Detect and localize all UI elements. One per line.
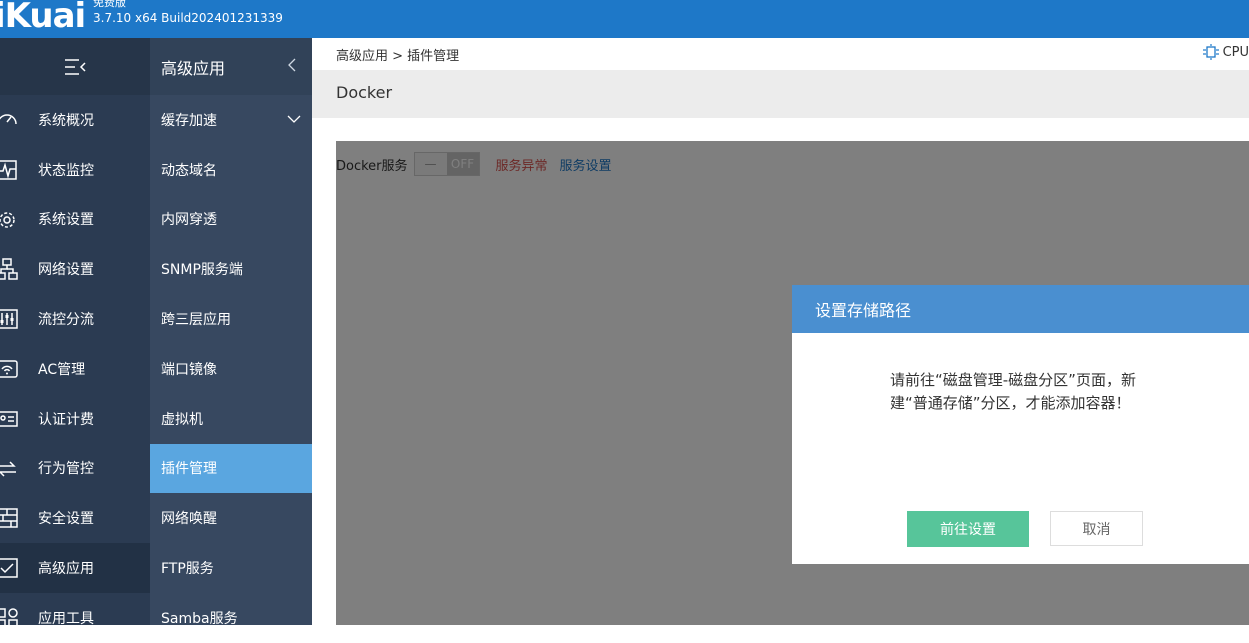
sidebar-item-label: 网络唤醒 [161,511,217,528]
page-title-bar: Docker [312,70,1249,118]
page-title: Docker [336,83,393,102]
sidebar-item-label: 缓存加速 [161,112,217,129]
menu-collapse-icon [65,58,86,75]
sidebar-item-label: 动态域名 [161,162,217,179]
sidebar-item-plugin-management[interactable]: 插件管理 [150,443,312,494]
sliders-icon [0,309,18,329]
chevron-left-icon[interactable] [284,55,300,75]
sidebar-item-label: AC管理 [38,361,86,378]
dialog-message: 请前往“磁盘管理-磁盘分区”页面，新建“普通存储”分区，才能添加容器！ [890,371,1136,412]
sidebar-item-label: 网络设置 [38,262,94,279]
sidebar-item-status-monitor[interactable]: 状态监控 [0,145,150,195]
checklist-icon [0,558,18,578]
cpu-chip-icon [1202,44,1219,60]
sidebar-item-ftp-service[interactable]: FTP服务 [150,543,312,593]
edition-label: 免费版 [93,0,126,9]
sidebar-item-label: 行为管控 [38,461,94,478]
sidebar-item-cache-acceleration[interactable]: 缓存加速 [150,95,312,145]
secondary-sidebar: 高级应用 缓存加速 动态域名 内网穿透 SNMP服务端 跨三层应用 端口镜像 虚… [150,38,312,627]
sidebar-item-label: 系统概况 [38,112,94,129]
sidebar-item-wake-on-lan[interactable]: 网络唤醒 [150,493,312,543]
gear-icon [0,211,15,228]
sidebar-item-layer3-apps[interactable]: 跨三层应用 [150,294,312,344]
sidebar-item-label: FTP服务 [161,561,214,578]
sidebar-item-label: 认证计费 [38,411,94,428]
tools-icon [0,608,18,629]
go-to-settings-button[interactable]: 前往设置 [907,511,1029,547]
sidebar-item-label: 虚拟机 [161,411,203,428]
pulse-monitor-icon [0,160,17,180]
id-card-icon [0,411,18,427]
sidebar-item-app-tools[interactable]: 应用工具 [0,593,150,643]
sidebar-item-ac-management[interactable]: AC管理 [0,344,150,394]
sidebar-item-label: 流控分流 [38,312,94,329]
chevron-down-icon [287,115,301,123]
sidebar-item-auth-billing[interactable]: 认证计费 [0,394,150,444]
sidebar-item-behavior-control[interactable]: 行为管控 [0,444,150,494]
ikuai-logo: iKuai [0,0,86,36]
gauge-icon [0,114,17,125]
firewall-icon [0,508,18,529]
sidebar-item-flow-control[interactable]: 流控分流 [0,294,150,344]
sidebar-item-label: 插件管理 [161,461,217,478]
breadcrumb-bar: 高级应用 > 插件管理 CPU [312,38,1249,70]
arrows-exchange-icon [0,461,16,477]
sidebar-item-ddns[interactable]: 动态域名 [150,145,312,195]
network-topology-icon [0,258,18,281]
cpu-indicator[interactable]: CPU [1202,43,1249,61]
sidebar-item-virtual-machine[interactable]: 虚拟机 [150,394,312,444]
sidebar-item-network-settings[interactable]: 网络设置 [0,244,150,294]
breadcrumb: 高级应用 > 插件管理 [336,49,460,64]
sidebar-item-label: 安全设置 [38,511,94,528]
sidebar-item-label: 系统设置 [38,212,94,229]
top-header: iKuai 免费版 3.7.10 x64 Build202401231339 [0,0,1249,38]
sidebar-toggle-button[interactable] [0,38,150,95]
dialog-header: 设置存储路径 [792,285,1249,333]
dialog-title: 设置存储路径 [815,301,912,320]
sidebar-item-label: SNMP服务端 [161,262,243,279]
sidebar-item-nat-traversal[interactable]: 内网穿透 [150,195,312,245]
sidebar-item-system-overview[interactable]: 系统概况 [0,95,150,145]
sidebar-item-snmp-server[interactable]: SNMP服务端 [150,244,312,294]
sidebar-item-samba-service[interactable]: Samba服务 [150,593,312,643]
wifi-ap-icon [0,360,18,378]
cancel-button[interactable]: 取消 [1050,511,1143,546]
sidebar-item-port-mirroring[interactable]: 端口镜像 [150,344,312,394]
cpu-label: CPU [1222,44,1249,60]
sidebar-item-label: 状态监控 [38,162,94,179]
storage-path-dialog: 设置存储路径 请前往“磁盘管理-磁盘分区”页面，新建“普通存储”分区，才能添加容… [792,285,1249,564]
primary-sidebar: 系统概况 状态监控 系统设置 网络设置 流控分流 AC管理 认证计费 行为管控 … [0,38,150,629]
sidebar-item-advanced-apps[interactable]: 高级应用 [0,543,150,593]
secondary-sidebar-title: 高级应用 [161,58,226,78]
sidebar-item-system-settings[interactable]: 系统设置 [0,195,150,245]
sidebar-item-label: 跨三层应用 [161,312,231,329]
sidebar-item-label: 高级应用 [38,561,94,578]
version-label: 3.7.10 x64 Build202401231339 [93,11,283,25]
sidebar-item-security-settings[interactable]: 安全设置 [0,493,150,543]
sidebar-item-label: 端口镜像 [161,361,217,378]
sidebar-item-label: 内网穿透 [161,212,217,229]
secondary-sidebar-header: 高级应用 [150,38,312,95]
